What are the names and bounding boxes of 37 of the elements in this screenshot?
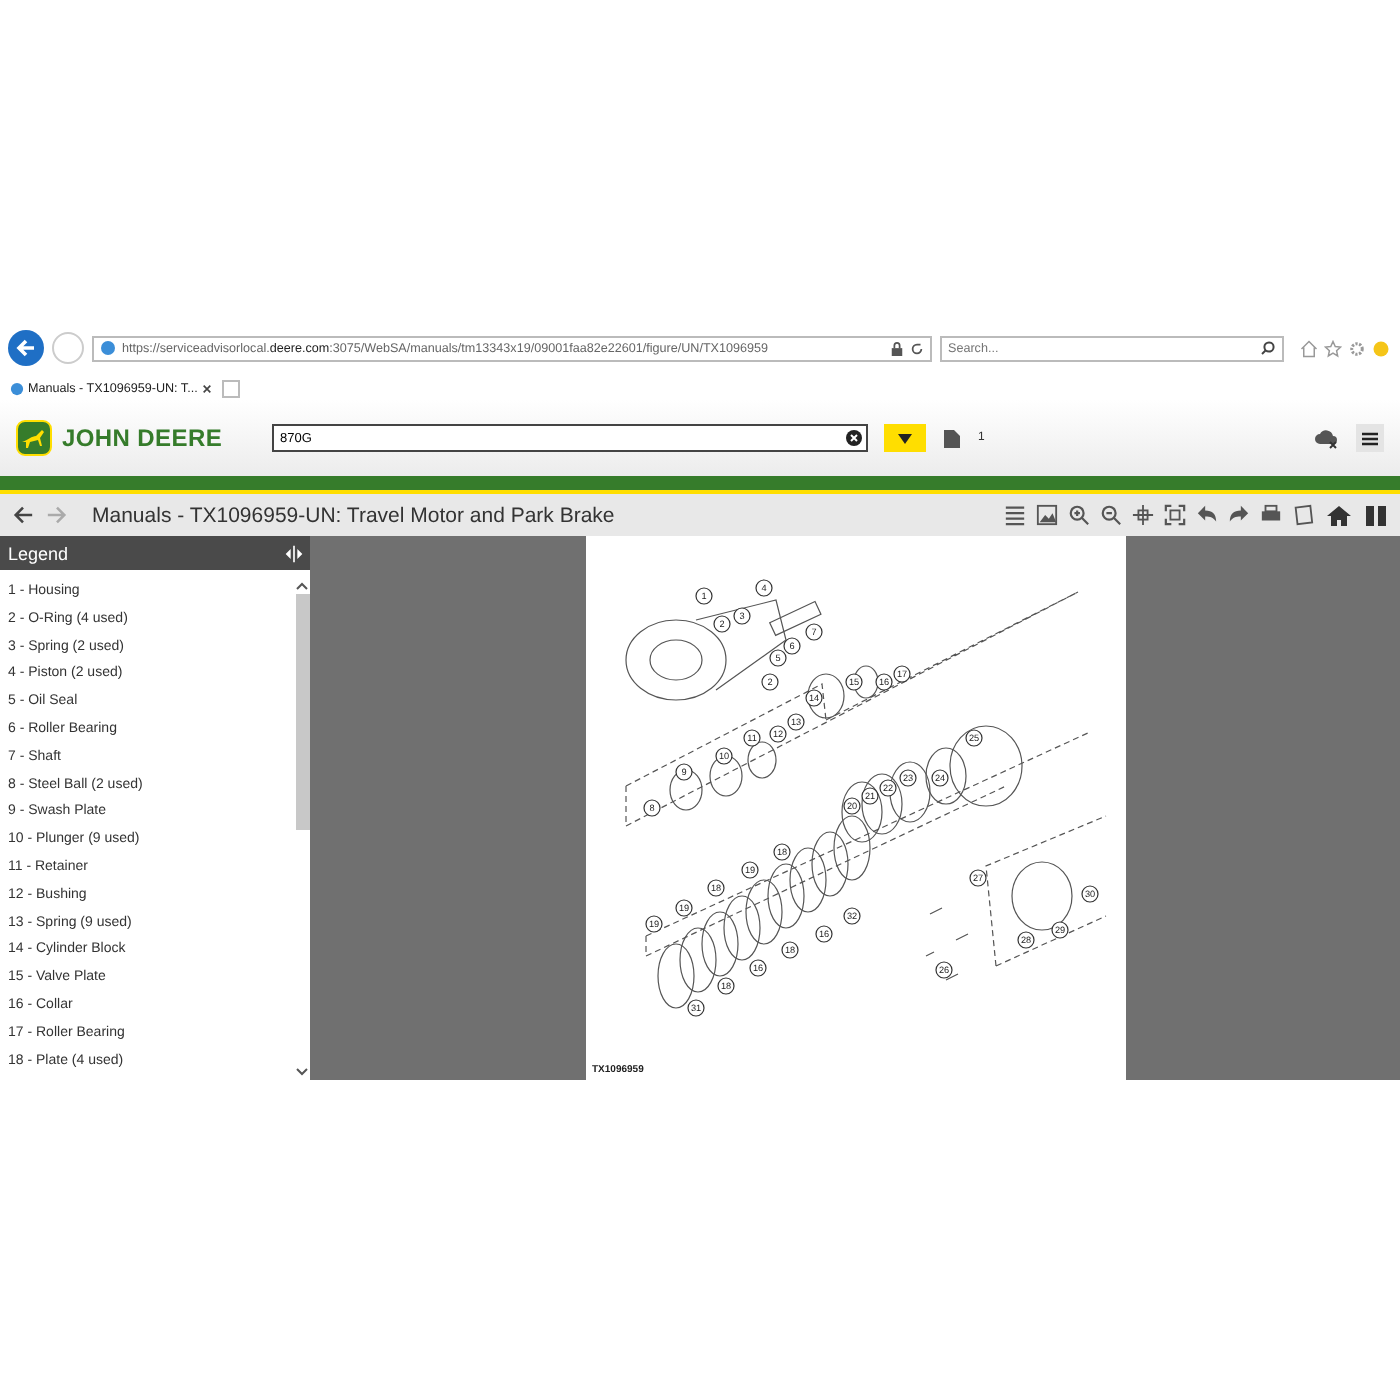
scrollbar-thumb[interactable] bbox=[295, 594, 309, 830]
undo-icon[interactable] bbox=[1196, 504, 1218, 526]
list-icon[interactable] bbox=[1004, 504, 1026, 526]
move-icon[interactable] bbox=[1132, 504, 1154, 526]
document-icon[interactable] bbox=[942, 427, 962, 449]
page-icon bbox=[10, 381, 24, 395]
resize-icon[interactable] bbox=[284, 543, 304, 563]
image-icon[interactable] bbox=[1036, 504, 1058, 526]
cloud-icon[interactable] bbox=[1312, 426, 1340, 450]
menu-icon bbox=[1362, 431, 1378, 445]
deer-logo-icon bbox=[16, 420, 52, 456]
lock-icon bbox=[890, 341, 904, 355]
clear-icon[interactable] bbox=[846, 430, 862, 446]
columns-icon[interactable] bbox=[1364, 503, 1388, 527]
scroll-down-icon[interactable] bbox=[296, 1068, 308, 1076]
zoom-in-icon[interactable] bbox=[1068, 504, 1090, 526]
print-icon[interactable] bbox=[1260, 504, 1282, 526]
redo-icon[interactable] bbox=[1228, 504, 1250, 526]
refresh-icon[interactable] bbox=[910, 341, 924, 355]
menu-button[interactable] bbox=[1356, 424, 1384, 452]
note-icon[interactable] bbox=[1292, 504, 1314, 526]
search-icon[interactable] bbox=[1260, 340, 1276, 356]
settings-icon[interactable] bbox=[1348, 339, 1366, 357]
dropdown-button[interactable] bbox=[884, 424, 926, 452]
home-icon[interactable] bbox=[1326, 503, 1352, 527]
back-arrow-icon[interactable] bbox=[12, 504, 34, 526]
page-icon bbox=[100, 340, 116, 356]
zoom-out-icon[interactable] bbox=[1100, 504, 1122, 526]
page-title: Manuals - TX1096959-UN: Travel Motor and Park Brake bbox=[92, 503, 615, 527]
brand-name: JOHN DEERE bbox=[62, 424, 223, 452]
back-button[interactable] bbox=[8, 330, 44, 366]
scroll-up-icon[interactable] bbox=[296, 582, 308, 590]
close-icon[interactable] bbox=[201, 383, 212, 393]
caret-icon bbox=[898, 433, 912, 443]
legend-title: Legend bbox=[8, 543, 69, 563]
star-icon[interactable] bbox=[1324, 339, 1342, 357]
fit-icon[interactable] bbox=[1164, 504, 1186, 526]
